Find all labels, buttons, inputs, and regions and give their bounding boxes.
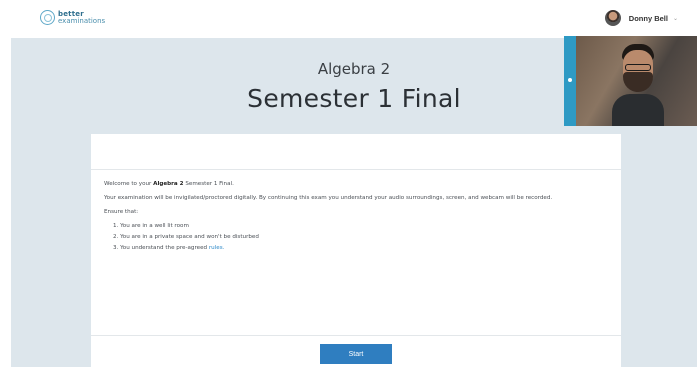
logo-mark-icon [40, 10, 55, 25]
instructions-card: Welcome to your Algebra 2 Semester 1 Fin… [91, 134, 621, 367]
webcam-person-image [612, 44, 664, 126]
webcam-feed [576, 36, 697, 126]
brand-wordmark: better examinations [58, 10, 106, 25]
card-footer: Start [91, 335, 621, 367]
user-menu[interactable]: Donny Bell ⌄ [604, 10, 678, 26]
instructions-body: Welcome to your Algebra 2 Semester 1 Fin… [104, 180, 609, 255]
webcam-preview [564, 36, 697, 126]
welcome-text: Welcome to your Algebra 2 Semester 1 Fin… [104, 181, 234, 187]
ensure-list: 1. You are in a well lit room 2. You are… [113, 222, 609, 252]
webcam-indicator-strip [564, 36, 576, 126]
ensure-heading: Ensure that: [104, 209, 139, 215]
avatar [604, 10, 621, 26]
top-bar: better examinations Donny Bell ⌄ [0, 0, 700, 38]
list-item: 2. You are in a private space and won't … [113, 234, 259, 240]
main-area: Algebra 2 Semester 1 Final Welcome to yo… [11, 36, 697, 367]
list-item: 3. You understand the pre-agreed rules. [113, 245, 225, 251]
recording-dot-icon [568, 78, 572, 82]
chevron-down-icon[interactable]: ⌄ [673, 15, 678, 22]
list-item: 1. You are in a well lit room [113, 223, 189, 229]
rules-link[interactable]: rules. [209, 245, 225, 251]
user-name: Donny Bell [628, 13, 668, 23]
start-button[interactable]: Start [320, 344, 392, 364]
proctor-notice: Your examination will be invigilated/pro… [104, 195, 553, 201]
brand-line2: examinations [58, 16, 106, 25]
card-header [91, 134, 621, 170]
brand-logo[interactable]: better examinations [40, 10, 105, 25]
